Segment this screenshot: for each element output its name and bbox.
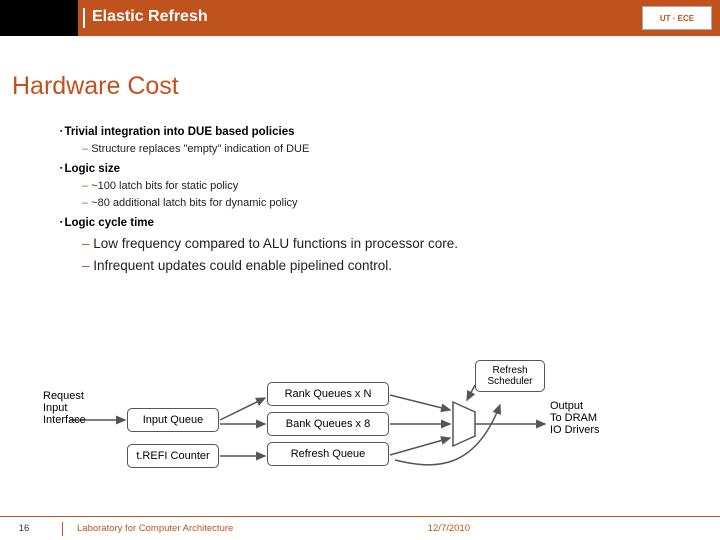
bullet-cycle-time-sub2: Infrequent updates could enable pipeline… — [82, 258, 680, 273]
footer-separator — [62, 522, 63, 536]
header-title: Elastic Refresh — [92, 8, 208, 26]
block-input-queue: Input Queue — [127, 408, 219, 432]
bullet-cycle-time-sub1: Low frequency compared to ALU functions … — [82, 236, 680, 251]
bullet-logic-size-sub2: ~80 additional latch bits for dynamic po… — [82, 197, 680, 209]
label-output: Output To DRAM IO Drivers — [550, 400, 630, 436]
block-trefi-counter: t.REFI Counter — [127, 444, 219, 468]
bullet-logic-size-sub1: ~100 latch bits for static policy — [82, 180, 680, 192]
ut-ece-logo: UT · ECE — [642, 6, 712, 30]
block-refresh-scheduler: Refresh Scheduler — [475, 360, 545, 392]
bullet-integration: Trivial integration into DUE based polic… — [60, 126, 680, 138]
bullet-integration-sub1: Structure replaces "empty" indication of… — [82, 143, 680, 155]
bullet-logic-size: Logic size — [60, 163, 680, 175]
header-bar: Elastic Refresh UT · ECE — [0, 0, 720, 36]
slide-content: Trivial integration into DUE based polic… — [60, 118, 680, 280]
footer-bar: 16 Laboratory for Computer Architecture … — [0, 516, 720, 540]
block-rank-queues: Rank Queues x N — [267, 382, 389, 406]
header-black-block — [0, 0, 78, 36]
block-diagram: Request Input Interface Input Queue t.RE… — [55, 360, 655, 480]
bullet-cycle-time: Logic cycle time — [60, 217, 680, 229]
slide-title: Hardware Cost — [12, 72, 179, 101]
header-separator — [83, 8, 85, 28]
block-refresh-queue: Refresh Queue — [267, 442, 389, 466]
footer-page-number: 16 — [0, 523, 48, 534]
footer-date: 12/7/2010 — [428, 523, 470, 534]
label-request-input: Request Input Interface — [43, 390, 103, 426]
block-bank-queues: Bank Queues x 8 — [267, 412, 389, 436]
footer-lab-name: Laboratory for Computer Architecture — [77, 523, 233, 534]
